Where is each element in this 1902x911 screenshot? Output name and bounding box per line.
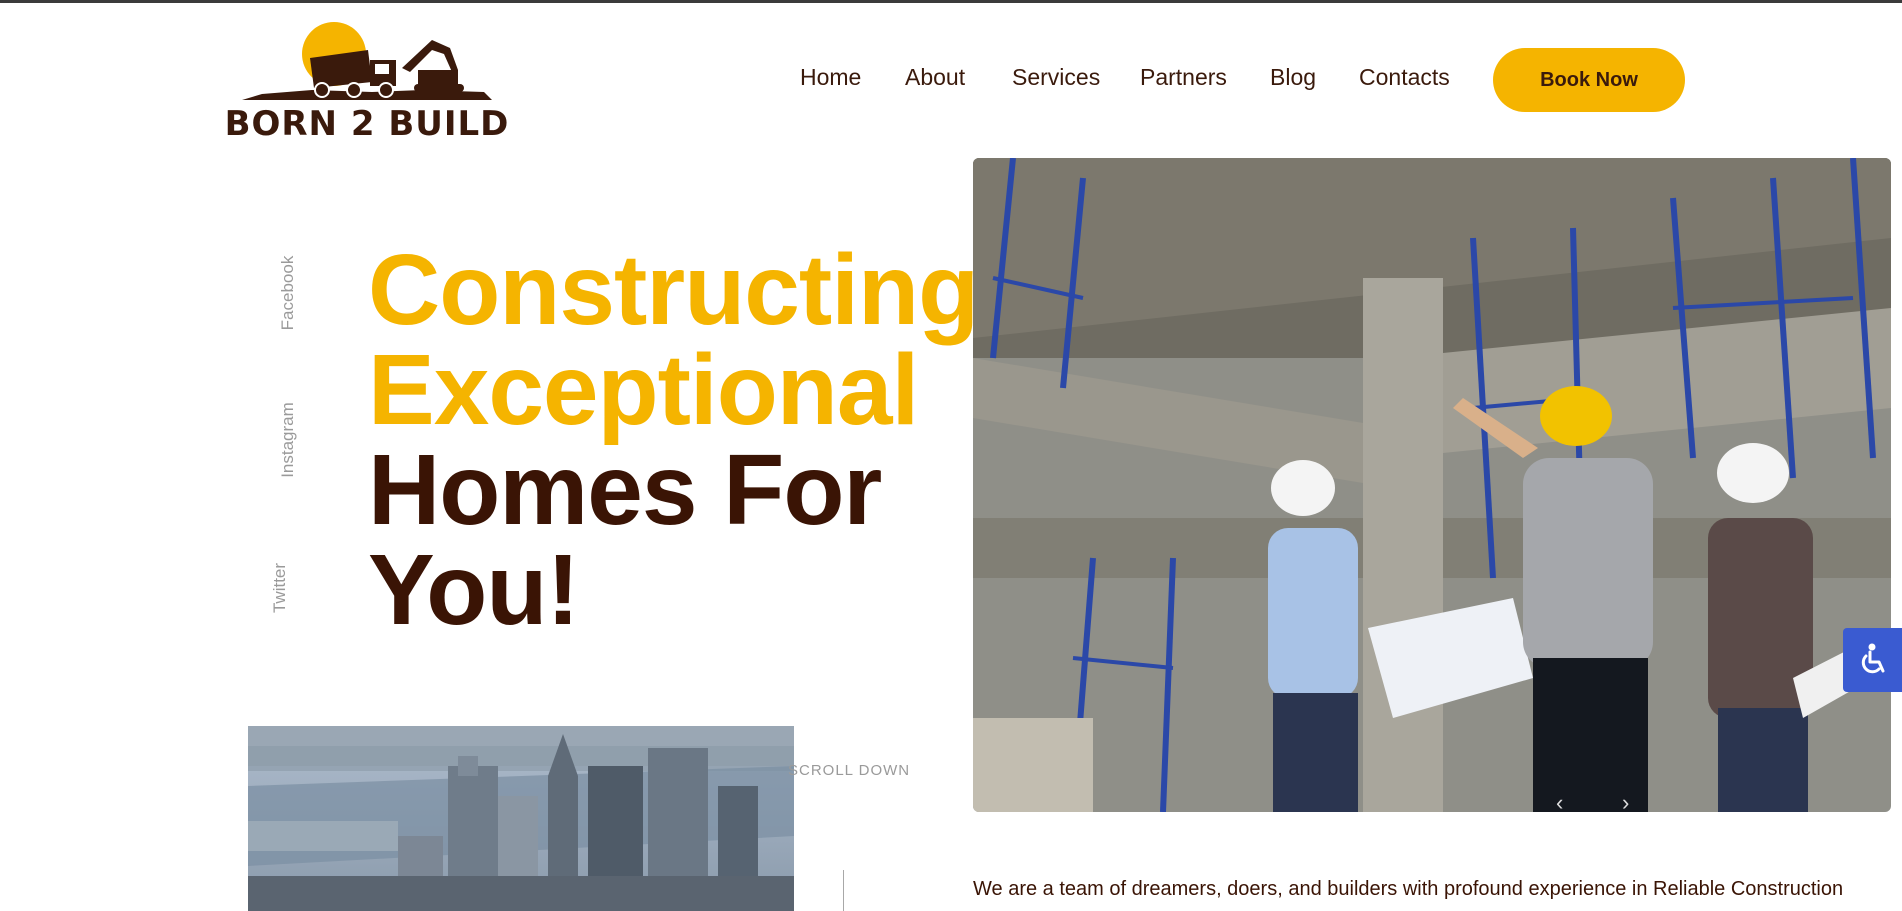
chevron-right-icon[interactable]: › [1622, 790, 1629, 816]
nav-contacts[interactable]: Contacts [1359, 64, 1450, 91]
construction-photo [973, 158, 1891, 812]
scroll-line [843, 870, 844, 911]
city-skyline-image [248, 726, 794, 911]
social-facebook[interactable]: Facebook [278, 253, 298, 333]
scroll-down-label[interactable]: SCROLL DOWN [788, 762, 910, 779]
nav-services[interactable]: Services [1012, 64, 1100, 91]
nav-blog[interactable]: Blog [1270, 64, 1316, 91]
nav-about[interactable]: About [905, 64, 965, 91]
headline-line-4: You! [368, 534, 580, 646]
hero-headline: Constructing Exceptional Homes For You! [368, 234, 979, 646]
headline-line-1: Constructing [368, 234, 979, 346]
nav-partners[interactable]: Partners [1140, 64, 1227, 91]
logo-text: BORN 2 BUILD [224, 104, 510, 144]
accessibility-button[interactable] [1843, 628, 1902, 692]
book-now-button[interactable]: Book Now [1493, 48, 1685, 112]
intro-text: We are a team of dreamers, doers, and bu… [973, 878, 1844, 900]
headline-line-3: Homes For [368, 434, 882, 546]
social-twitter[interactable]: Twitter [270, 554, 290, 622]
wheelchair-icon [1861, 643, 1884, 674]
top-border [0, 0, 1902, 3]
chevron-left-icon[interactable]: ‹ [1556, 790, 1563, 816]
logo-graphic [242, 22, 492, 100]
logo[interactable]: BORN 2 BUILD [222, 18, 512, 144]
headline-line-2: Exceptional [368, 334, 919, 446]
nav-home[interactable]: Home [800, 64, 861, 91]
social-instagram[interactable]: Instagram [278, 398, 298, 482]
